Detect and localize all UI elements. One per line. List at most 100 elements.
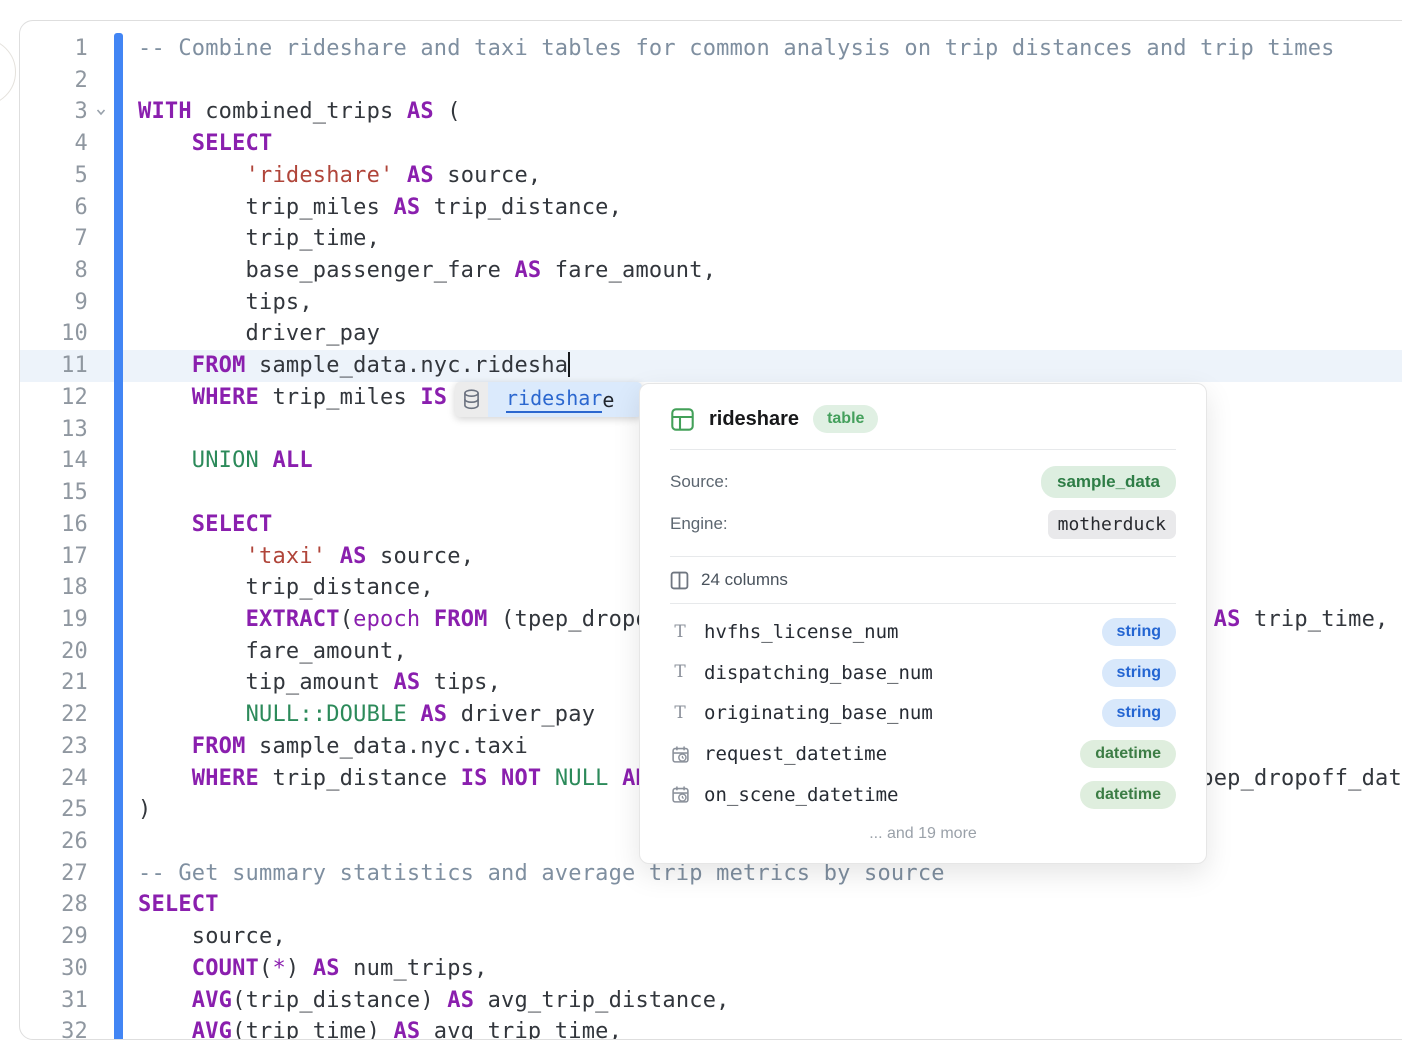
- line-number: 10: [20, 318, 88, 350]
- code-line[interactable]: 29 source,: [20, 921, 1402, 953]
- token: FROM: [434, 607, 488, 632]
- line-number: 19: [20, 604, 88, 636]
- line-number: 29: [20, 921, 88, 953]
- fold-slot: [88, 509, 114, 541]
- fold-chevron-icon[interactable]: [94, 105, 108, 119]
- code-text[interactable]: AVG(trip_time) AS avg_trip_time,: [138, 1016, 1402, 1040]
- code-line[interactable]: 5 'rideshare' AS source,: [20, 160, 1402, 192]
- gutter-gap: [123, 667, 138, 699]
- change-bar: [114, 572, 123, 604]
- gutter-gap: [123, 604, 138, 636]
- line-number: 27: [20, 858, 88, 890]
- code-line[interactable]: 2: [20, 65, 1402, 97]
- token: [138, 607, 246, 632]
- code-line[interactable]: 28SELECT: [20, 889, 1402, 921]
- token: avg_trip_distance,: [474, 988, 729, 1013]
- type-badge: datetime: [1080, 740, 1176, 768]
- line-number: 12: [20, 382, 88, 414]
- code-text[interactable]: 'rideshare' AS source,: [138, 160, 1402, 192]
- code-text[interactable]: SELECT: [138, 128, 1402, 160]
- autocomplete-popup: rideshare: [455, 382, 642, 417]
- popover-header: rideshare table: [670, 384, 1176, 449]
- code-line[interactable]: 1-- Combine rideshare and taxi tables fo…: [20, 33, 1402, 65]
- gutter-gap: [123, 921, 138, 953]
- code-text[interactable]: WITH combined_trips AS (: [138, 96, 1402, 128]
- code-line[interactable]: 9 tips,: [20, 287, 1402, 319]
- code-text[interactable]: AVG(trip_distance) AS avg_trip_distance,: [138, 985, 1402, 1017]
- code-line[interactable]: 31 AVG(trip_distance) AS avg_trip_distan…: [20, 985, 1402, 1017]
- line-number: 11: [20, 350, 88, 382]
- gutter-gap: [123, 541, 138, 573]
- code-line[interactable]: 7 trip_time,: [20, 223, 1402, 255]
- change-bar: [114, 318, 123, 350]
- change-bar: [114, 160, 123, 192]
- gutter-gap: [123, 826, 138, 858]
- info-row: Engine:motherduck: [670, 503, 1176, 545]
- token: (: [340, 607, 353, 632]
- collapsed-side-button[interactable]: [0, 38, 16, 106]
- code-text[interactable]: trip_miles AS trip_distance,: [138, 192, 1402, 224]
- fold-slot: [88, 318, 114, 350]
- change-bar: [114, 445, 123, 477]
- gutter-gap: [123, 96, 138, 128]
- token: AVG: [192, 1019, 232, 1040]
- code-text[interactable]: trip_time,: [138, 223, 1402, 255]
- text-type-icon-wrap: T: [670, 705, 690, 722]
- code-line[interactable]: 11 FROM sample_data.nyc.ridesha: [20, 350, 1402, 382]
- fold-slot[interactable]: [88, 96, 114, 128]
- code-text[interactable]: source,: [138, 921, 1402, 953]
- change-bar: [114, 667, 123, 699]
- token: [138, 956, 192, 981]
- table-name: rideshare: [709, 408, 799, 431]
- change-bar: [114, 509, 123, 541]
- fold-slot: [88, 160, 114, 192]
- token: FROM: [192, 734, 246, 759]
- column-row: Thvfhs_license_numstring: [670, 612, 1176, 653]
- change-bar: [114, 382, 123, 414]
- token: [138, 734, 192, 759]
- token: fare_amount,: [541, 258, 716, 283]
- code-text[interactable]: base_passenger_fare AS fare_amount,: [138, 255, 1402, 287]
- code-text[interactable]: -- Combine rideshare and taxi tables for…: [138, 33, 1402, 65]
- column-row: on_scene_datetimedatetime: [670, 774, 1176, 815]
- token: AS: [1214, 607, 1241, 632]
- token: WHERE: [192, 766, 259, 791]
- column-row: Tdispatching_base_numstring: [670, 653, 1176, 694]
- code-line[interactable]: 30 COUNT(*) AS num_trips,: [20, 953, 1402, 985]
- gutter-gap: [123, 382, 138, 414]
- token: (: [434, 99, 461, 124]
- change-bar: [114, 889, 123, 921]
- token: SELECT: [138, 892, 219, 917]
- code-line[interactable]: 8 base_passenger_fare AS fare_amount,: [20, 255, 1402, 287]
- text-cursor: [568, 352, 570, 377]
- gutter-gap: [123, 65, 138, 97]
- token: IS: [420, 385, 447, 410]
- code-text[interactable]: COUNT(*) AS num_trips,: [138, 953, 1402, 985]
- info-row: Source:sample_data: [670, 461, 1176, 503]
- code-text[interactable]: FROM sample_data.nyc.ridesha: [138, 350, 1402, 382]
- text-type-icon-wrap: T: [670, 624, 690, 641]
- change-bar: [114, 255, 123, 287]
- fold-slot: [88, 921, 114, 953]
- code-line[interactable]: 10 driver_pay: [20, 318, 1402, 350]
- token: driver_pay: [138, 321, 380, 346]
- change-bar: [114, 921, 123, 953]
- gutter-gap: [123, 223, 138, 255]
- text-type-icon: T: [674, 705, 685, 722]
- code-line[interactable]: 4 SELECT: [20, 128, 1402, 160]
- code-line[interactable]: 3WITH combined_trips AS (: [20, 96, 1402, 128]
- token: num_trips,: [340, 956, 488, 981]
- fold-slot: [88, 445, 114, 477]
- token: trip_time,: [138, 226, 380, 251]
- column-name: on_scene_datetime: [704, 784, 1080, 806]
- code-text[interactable]: driver_pay: [138, 318, 1402, 350]
- token: [138, 702, 246, 727]
- code-text[interactable]: tips,: [138, 287, 1402, 319]
- code-line[interactable]: 32 AVG(trip_time) AS avg_trip_time,: [20, 1016, 1402, 1040]
- code-line[interactable]: 6 trip_miles AS trip_distance,: [20, 192, 1402, 224]
- code-text[interactable]: [138, 65, 1402, 97]
- code-text[interactable]: SELECT: [138, 889, 1402, 921]
- autocomplete-item-rideshare[interactable]: rideshare: [488, 382, 642, 417]
- fold-slot: [88, 763, 114, 795]
- token: [138, 353, 192, 378]
